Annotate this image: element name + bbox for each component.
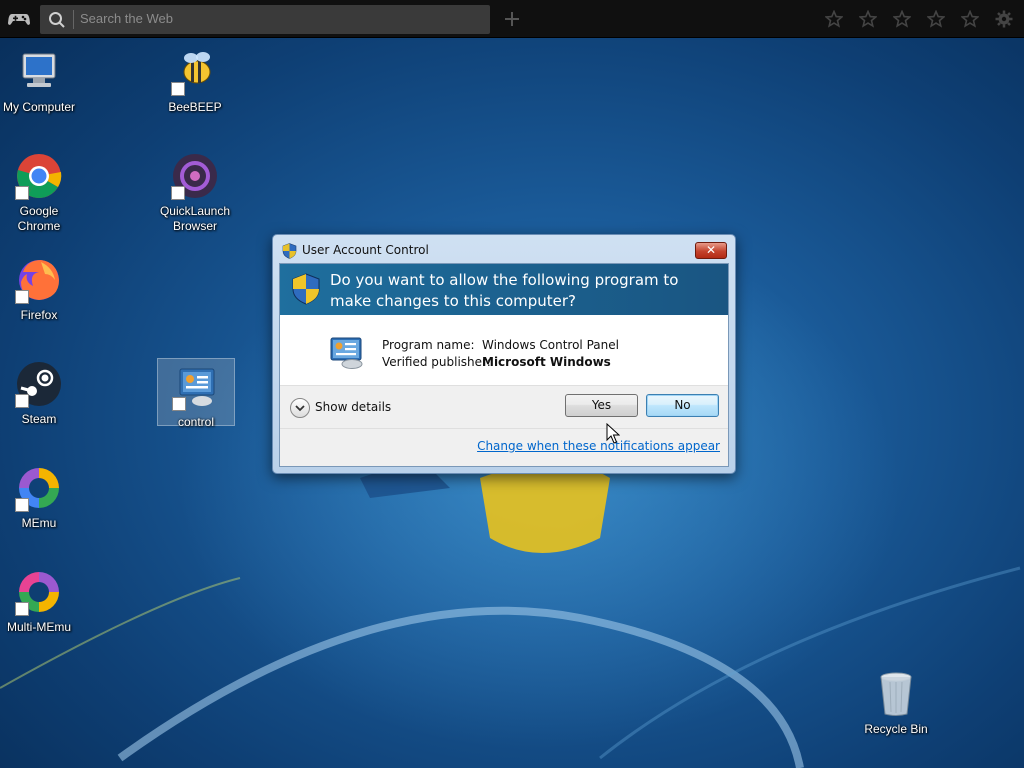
control-panel-icon: [330, 337, 363, 369]
desktop-icon-label: Google Chrome: [17, 204, 61, 233]
change-notifications-link[interactable]: Change when these notifications appear: [477, 439, 720, 453]
bookmark-star-icon[interactable]: [825, 10, 843, 28]
desktop-icon-label: My Computer: [2, 100, 76, 114]
close-button[interactable]: ✕: [695, 242, 727, 259]
new-tab-plus-icon[interactable]: [503, 10, 521, 28]
search-input[interactable]: Search the Web: [80, 11, 173, 26]
desktop-icon-label: Multi-MEmu: [6, 620, 71, 634]
show-details-label[interactable]: Show details: [315, 400, 391, 414]
search-box[interactable]: Search the Web: [40, 5, 490, 34]
program-name-label: Program name:: [382, 338, 475, 352]
gamepad-icon[interactable]: [8, 9, 30, 29]
steam-icon: [15, 360, 63, 408]
settings-gear-icon[interactable]: [995, 10, 1013, 28]
multi-memu-icon: [15, 568, 63, 616]
desktop-icon-control[interactable]: control: [157, 358, 235, 429]
bee-icon: [171, 48, 219, 96]
desktop-icon-memu[interactable]: MEmu: [0, 464, 78, 531]
control-panel-icon: [172, 363, 220, 411]
yes-button[interactable]: Yes: [565, 394, 638, 417]
bookmark-star-icon[interactable]: [859, 10, 877, 28]
firefox-icon: [15, 256, 63, 304]
recycle-bin-icon: [872, 670, 920, 718]
memu-icon: [15, 464, 63, 512]
desktop-icon-label: QuickLaunch Browser: [159, 204, 231, 233]
chevron-down-icon: [295, 405, 305, 412]
desktop-icon-label: Firefox: [20, 308, 58, 322]
shortcut-arrow-icon: [15, 394, 29, 408]
dialog-header: Do you want to allow the following progr…: [280, 264, 728, 315]
chrome-icon: [15, 152, 63, 200]
search-divider: [73, 10, 74, 29]
shortcut-arrow-icon: [15, 602, 29, 616]
publisher-value: Microsoft Windows: [482, 355, 611, 369]
my-computer-icon: [15, 48, 63, 96]
mouse-cursor-icon: [606, 423, 620, 444]
no-button[interactable]: No: [646, 394, 719, 417]
uac-shield-icon: [292, 273, 320, 305]
button-area: Show details Yes No: [280, 386, 728, 428]
desktop-icon-label: Recycle Bin: [864, 722, 928, 736]
desktop-icon-multi-memu[interactable]: Multi-MEmu: [0, 568, 78, 635]
desktop-icon-recycle-bin[interactable]: Recycle Bin: [857, 670, 935, 737]
shortcut-arrow-icon: [15, 186, 29, 200]
dialog-question: Do you want to allow the following progr…: [330, 271, 679, 310]
info-labels: Program name: Verified publisher:: [382, 337, 491, 371]
quicklaunch-icon: [171, 152, 219, 200]
shortcut-arrow-icon: [171, 186, 185, 200]
desktop-icon-label: MEmu: [21, 516, 57, 530]
expand-details-button[interactable]: [290, 398, 310, 418]
browser-toolbar: Search the Web: [0, 0, 1024, 38]
info-values: Windows Control Panel Microsoft Windows: [482, 337, 619, 371]
desktop-icon-label: control: [177, 415, 215, 429]
bookmark-star-icon[interactable]: [927, 10, 945, 28]
dialog-footer: Change when these notifications appear: [280, 429, 728, 466]
desktop-icon-firefox[interactable]: Firefox: [0, 256, 78, 323]
dialog-title: User Account Control: [302, 243, 429, 257]
shortcut-arrow-icon: [15, 498, 29, 512]
shortcut-arrow-icon: [171, 82, 185, 96]
desktop-icon-quicklaunch-browser[interactable]: QuickLaunch Browser: [156, 152, 234, 234]
bookmark-star-icon[interactable]: [893, 10, 911, 28]
dialog-body: Do you want to allow the following progr…: [279, 263, 729, 467]
desktop-icon-beebeep[interactable]: BeeBEEP: [156, 48, 234, 115]
program-name-value: Windows Control Panel: [482, 338, 619, 352]
uac-dialog: User Account Control ✕ Do you want to al…: [272, 234, 736, 474]
uac-shield-icon: [282, 243, 297, 259]
desktop-icon-steam[interactable]: Steam: [0, 360, 78, 427]
shortcut-arrow-icon: [15, 290, 29, 304]
desktop-icon-label: BeeBEEP: [168, 100, 222, 114]
desktop-icon-my-computer[interactable]: My Computer: [0, 48, 78, 115]
search-icon: [49, 12, 65, 28]
desktop-icon-google-chrome[interactable]: Google Chrome: [0, 152, 78, 234]
program-info: Program name: Verified publisher: Window…: [280, 315, 728, 385]
bookmark-star-icon[interactable]: [961, 10, 979, 28]
shortcut-arrow-icon: [172, 397, 186, 411]
desktop-icon-label: Steam: [21, 412, 57, 426]
publisher-label: Verified publisher:: [382, 355, 491, 369]
